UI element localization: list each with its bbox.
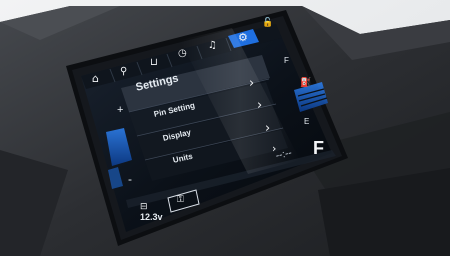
fuel-empty-marker: E: [304, 117, 310, 126]
display-chevron-icon[interactable]: ›: [265, 121, 270, 136]
fuel-full-marker: F: [284, 56, 289, 65]
right-gauge-letter: F: [313, 138, 324, 158]
key-icon: ⚿: [177, 195, 184, 205]
battery-icon: ⊟: [140, 202, 148, 212]
map-pin-icon[interactable]: ⚲: [120, 66, 127, 77]
photo-scene: ⌂ ⚲ ⊔ ◷ ♫ ⚙ 🔓 Settings Pin Setting Displ…: [0, 0, 450, 256]
music-note-icon[interactable]: ♫: [208, 40, 217, 51]
pin-setting-chevron-icon[interactable]: ›: [257, 98, 262, 113]
left-minus-button[interactable]: -: [128, 172, 132, 186]
fuel-pump-icon: ⛽: [300, 78, 312, 88]
vehicle-icon[interactable]: ⊔: [150, 57, 158, 68]
home-icon[interactable]: ⌂: [92, 72, 99, 85]
battery-voltage: 12.3v: [140, 212, 163, 222]
speedometer-icon[interactable]: ◷: [178, 48, 187, 59]
lock-open-icon[interactable]: 🔓: [262, 18, 273, 28]
settings-chevron-icon: ›: [249, 76, 255, 91]
dash-display-photo: [0, 0, 450, 256]
gear-icon[interactable]: ⚙: [238, 31, 248, 44]
left-plus-button[interactable]: +: [117, 104, 123, 116]
